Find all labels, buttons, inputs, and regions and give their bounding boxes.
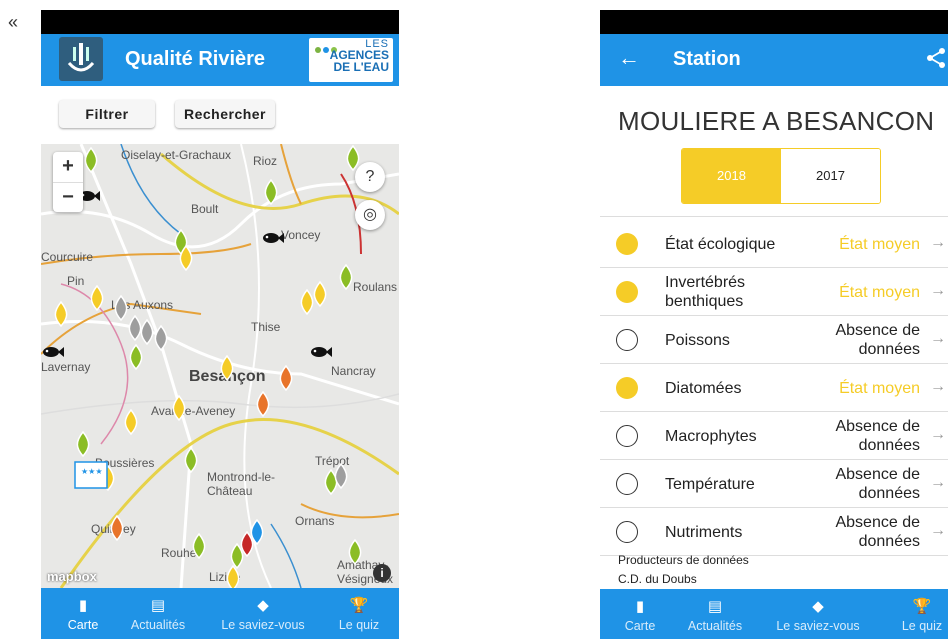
indicator-label: Nutriments [665,523,743,541]
left-quote-mark: « [8,12,19,32]
info-icon[interactable]: i [373,564,391,582]
graduation-cap-icon: ◆ [257,597,269,614]
agences-de-l-eau-logo: LES AGENCES DE L'EAU [309,38,393,82]
map-screen: Qualité Rivière LES AGENCES DE L'EAU Fil… [41,10,399,639]
app-header: Qualité Rivière LES AGENCES DE L'EAU [41,34,399,86]
bottom-nav: ▮ Carte ▤ Actualités ◆ Le saviez-vous 🏆 … [600,589,948,639]
bottom-nav: ▮ Carte ▤ Actualités ◆ Le saviez-vous 🏆 … [41,588,399,639]
nav-le-saviez-vous[interactable]: ◆ Le saviez-vous [766,589,870,639]
news-icon: ▤ [150,597,166,614]
share-icon[interactable] [926,47,946,74]
indicator-row[interactable]: Nutriments Absence de données → [600,508,948,556]
indicator-label: Macrophytes [665,427,757,445]
back-arrow-icon[interactable]: ← [618,45,640,71]
agency-logo-line3: DE L'EAU [333,60,389,74]
nav-le-quiz[interactable]: 🏆 Le quiz [329,588,389,639]
nav-carte[interactable]: ▮ Carte [53,588,113,639]
chevron-right-icon: → [930,234,946,251]
indicator-value: État moyen [839,235,920,253]
trophy-icon: 🏆 [349,597,369,614]
news-icon: ▤ [707,598,723,615]
indicator-label: Poissons [665,331,730,349]
station-header: ← Station [600,34,948,86]
status-dot-empty [616,521,638,543]
year-selector: 2018 2017 [681,148,881,204]
trophy-icon: 🏆 [912,598,932,615]
svg-text:★★★: ★★★ [81,467,103,476]
nav-actualites[interactable]: ▤ Actualités [680,589,750,639]
indicator-value: Absence de données [835,514,920,550]
indicator-row[interactable]: Température Absence de données → [600,460,948,508]
river-quality-map[interactable]: Oiselay-et-Grachaux Rioz Boult Voncey Co… [41,144,399,588]
indicator-value: Absence de données [835,466,920,502]
indicator-label: Température [665,475,755,493]
indicator-value: État moyen [839,283,920,301]
status-dot-empty [616,473,638,495]
station-screen: ← Station MOULIERE A BESANCON 2018 2017 … [600,10,948,639]
indicator-value: Absence de données [835,322,920,358]
chevron-right-icon: → [930,330,946,347]
status-dot-moyen [616,281,638,303]
app-logo-icon [59,37,103,81]
nav-le-quiz[interactable]: 🏆 Le quiz [892,589,948,639]
station-name: MOULIERE A BESANCON [618,106,935,136]
help-icon[interactable]: ? [355,162,385,192]
indicator-label: Invertébrés benthiques [665,274,746,310]
filter-toolbar: Filtrer Rechercher [41,98,399,132]
nav-le-saviez-vous[interactable]: ◆ Le saviez-vous [211,588,315,639]
status-dot-moyen [616,377,638,399]
indicator-value: Absence de données [835,418,920,454]
chevron-right-icon: → [930,426,946,443]
indicator-label: État écologique [665,235,776,253]
nav-actualites[interactable]: ▤ Actualités [123,588,193,639]
indicator-value: État moyen [839,379,920,397]
mapbox-attribution[interactable]: mapbox [47,569,97,584]
divider [600,216,948,217]
zoom-in-button[interactable]: + [53,152,83,183]
map-icon: ▮ [635,598,645,615]
header-title: Station [673,48,741,70]
chevron-right-icon: → [930,522,946,539]
indicator-row[interactable]: État écologique État moyen → [600,220,948,268]
zoom-out-button[interactable]: − [53,183,83,213]
zoom-controls: + − [53,152,83,212]
indicator-row[interactable]: Diatomées État moyen → [600,364,948,412]
status-bar [41,10,399,34]
producer-name: C.D. du Doubs [618,572,697,586]
app-title: Qualité Rivière [125,48,266,70]
chevron-right-icon: → [930,378,946,395]
year-tab-2018[interactable]: 2018 [682,149,781,203]
chevron-right-icon: → [930,282,946,299]
chevron-right-icon: → [930,474,946,491]
search-button[interactable]: Rechercher [175,100,275,128]
locate-icon[interactable]: ◎ [355,200,385,230]
status-dot-moyen [616,233,638,255]
indicator-label: Diatomées [665,379,742,397]
producers-label: Producteurs de données [618,553,749,567]
nav-carte[interactable]: ▮ Carte [610,589,670,639]
graduation-cap-icon: ◆ [812,598,824,615]
indicator-row[interactable]: Invertébrés benthiques État moyen → [600,268,948,316]
status-dot-empty [616,329,638,351]
year-tab-2017[interactable]: 2017 [781,149,880,203]
indicator-row[interactable]: Poissons Absence de données → [600,316,948,364]
status-dot-empty [616,425,638,447]
status-bar [600,10,948,34]
station-markers: ★★★ [43,145,362,588]
filter-button[interactable]: Filtrer [59,100,155,128]
indicator-row[interactable]: Macrophytes Absence de données → [600,412,948,460]
map-icon: ▮ [78,597,88,614]
